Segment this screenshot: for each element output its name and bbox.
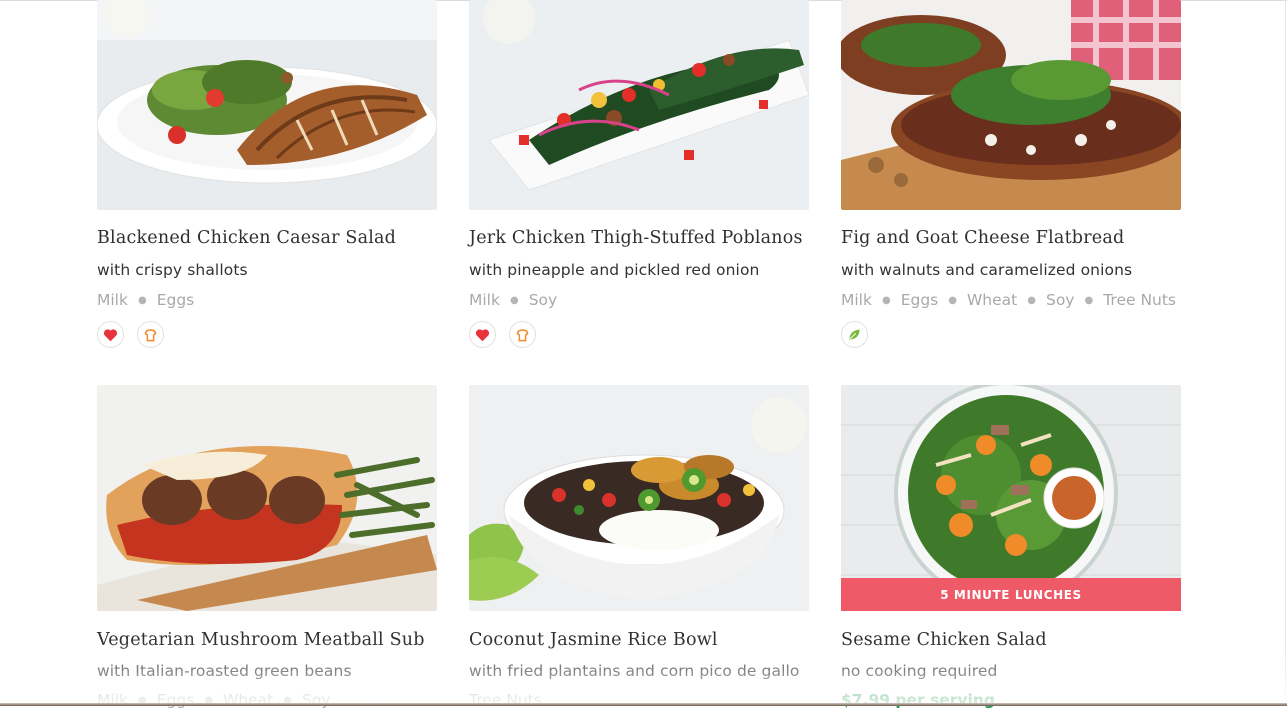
recipe-title[interactable]: Vegetarian Mushroom Meatball Sub: [97, 630, 425, 650]
recipe-subtitle: with crispy shallots: [97, 261, 248, 279]
recipe-photo[interactable]: [469, 385, 809, 611]
separator-dot: ●: [137, 294, 147, 306]
recipe-title[interactable]: Blackened Chicken Caesar Salad: [97, 228, 396, 248]
separator-dot: ●: [509, 294, 519, 306]
allergen-wheat: Wheat: [222, 691, 274, 709]
allergen-list: Milk ● Soy: [469, 291, 557, 309]
scrollbar-track[interactable]: [1285, 0, 1286, 706]
allergen-eggs: Eggs: [900, 291, 939, 309]
separator-dot: ●: [1084, 294, 1094, 306]
allergen-list: Milk ● Eggs ● Wheat ● Soy ● Tree Nuts: [841, 291, 1176, 309]
recipe-title[interactable]: Fig and Goat Cheese Flatbread: [841, 228, 1124, 248]
allergen-milk: Milk: [841, 291, 872, 309]
recipe-title[interactable]: Sesame Chicken Salad: [841, 630, 1047, 650]
vegetarian-leaf-icon[interactable]: [841, 321, 868, 348]
allergen-soy: Soy: [528, 291, 558, 309]
price-per-serving: $7.99 per serving: [841, 691, 996, 709]
separator-dot: ●: [881, 294, 891, 306]
recipe-photo[interactable]: [97, 385, 437, 611]
recipe-photo[interactable]: [469, 0, 809, 210]
recipe-title[interactable]: Coconut Jasmine Rice Bowl: [469, 630, 718, 650]
recipe-badges: [97, 321, 164, 348]
allergen-list: Tree Nuts: [469, 691, 542, 709]
carb-conscious-icon[interactable]: [509, 321, 536, 348]
heart-healthy-icon[interactable]: [469, 321, 496, 348]
recipe-subtitle: no cooking required: [841, 662, 998, 680]
recipe-subtitle: with fried plantains and corn pico de ga…: [469, 662, 800, 680]
allergen-list: Milk ● Eggs: [97, 291, 194, 309]
recipe-subtitle: with pineapple and pickled red onion: [469, 261, 760, 279]
recipe-photo[interactable]: [97, 0, 437, 210]
separator-dot: ●: [1027, 294, 1036, 306]
allergen-soy: Soy: [301, 691, 331, 709]
recipe-subtitle: with walnuts and caramelized onions: [841, 261, 1133, 279]
recipe-title[interactable]: Jerk Chicken Thigh-Stuffed Poblanos: [469, 228, 803, 248]
allergen-eggs: Eggs: [156, 691, 195, 709]
allergen-wheat: Wheat: [966, 291, 1018, 309]
recipe-photo[interactable]: [841, 0, 1181, 210]
allergen-milk: Milk: [469, 291, 500, 309]
recipe-badges: [469, 321, 536, 348]
carb-conscious-icon[interactable]: [137, 321, 164, 348]
allergen-milk: Milk: [97, 291, 128, 309]
allergen-soy: Soy: [1045, 291, 1075, 309]
allergen-tree-nuts: Tree Nuts: [1103, 291, 1177, 309]
separator-dot: ●: [948, 294, 957, 306]
allergen-list: Milk ● Eggs ● Wheat ● Soy: [97, 691, 330, 709]
recipe-badges: [841, 321, 868, 348]
allergen-tree-nuts: Tree Nuts: [469, 691, 542, 709]
heart-healthy-icon[interactable]: [97, 321, 124, 348]
five-minute-lunches-banner: 5 MINUTE LUNCHES: [841, 578, 1181, 611]
allergen-eggs: Eggs: [156, 291, 195, 309]
recipe-subtitle: with Italian-roasted green beans: [97, 662, 352, 680]
allergen-milk: Milk: [97, 691, 128, 709]
